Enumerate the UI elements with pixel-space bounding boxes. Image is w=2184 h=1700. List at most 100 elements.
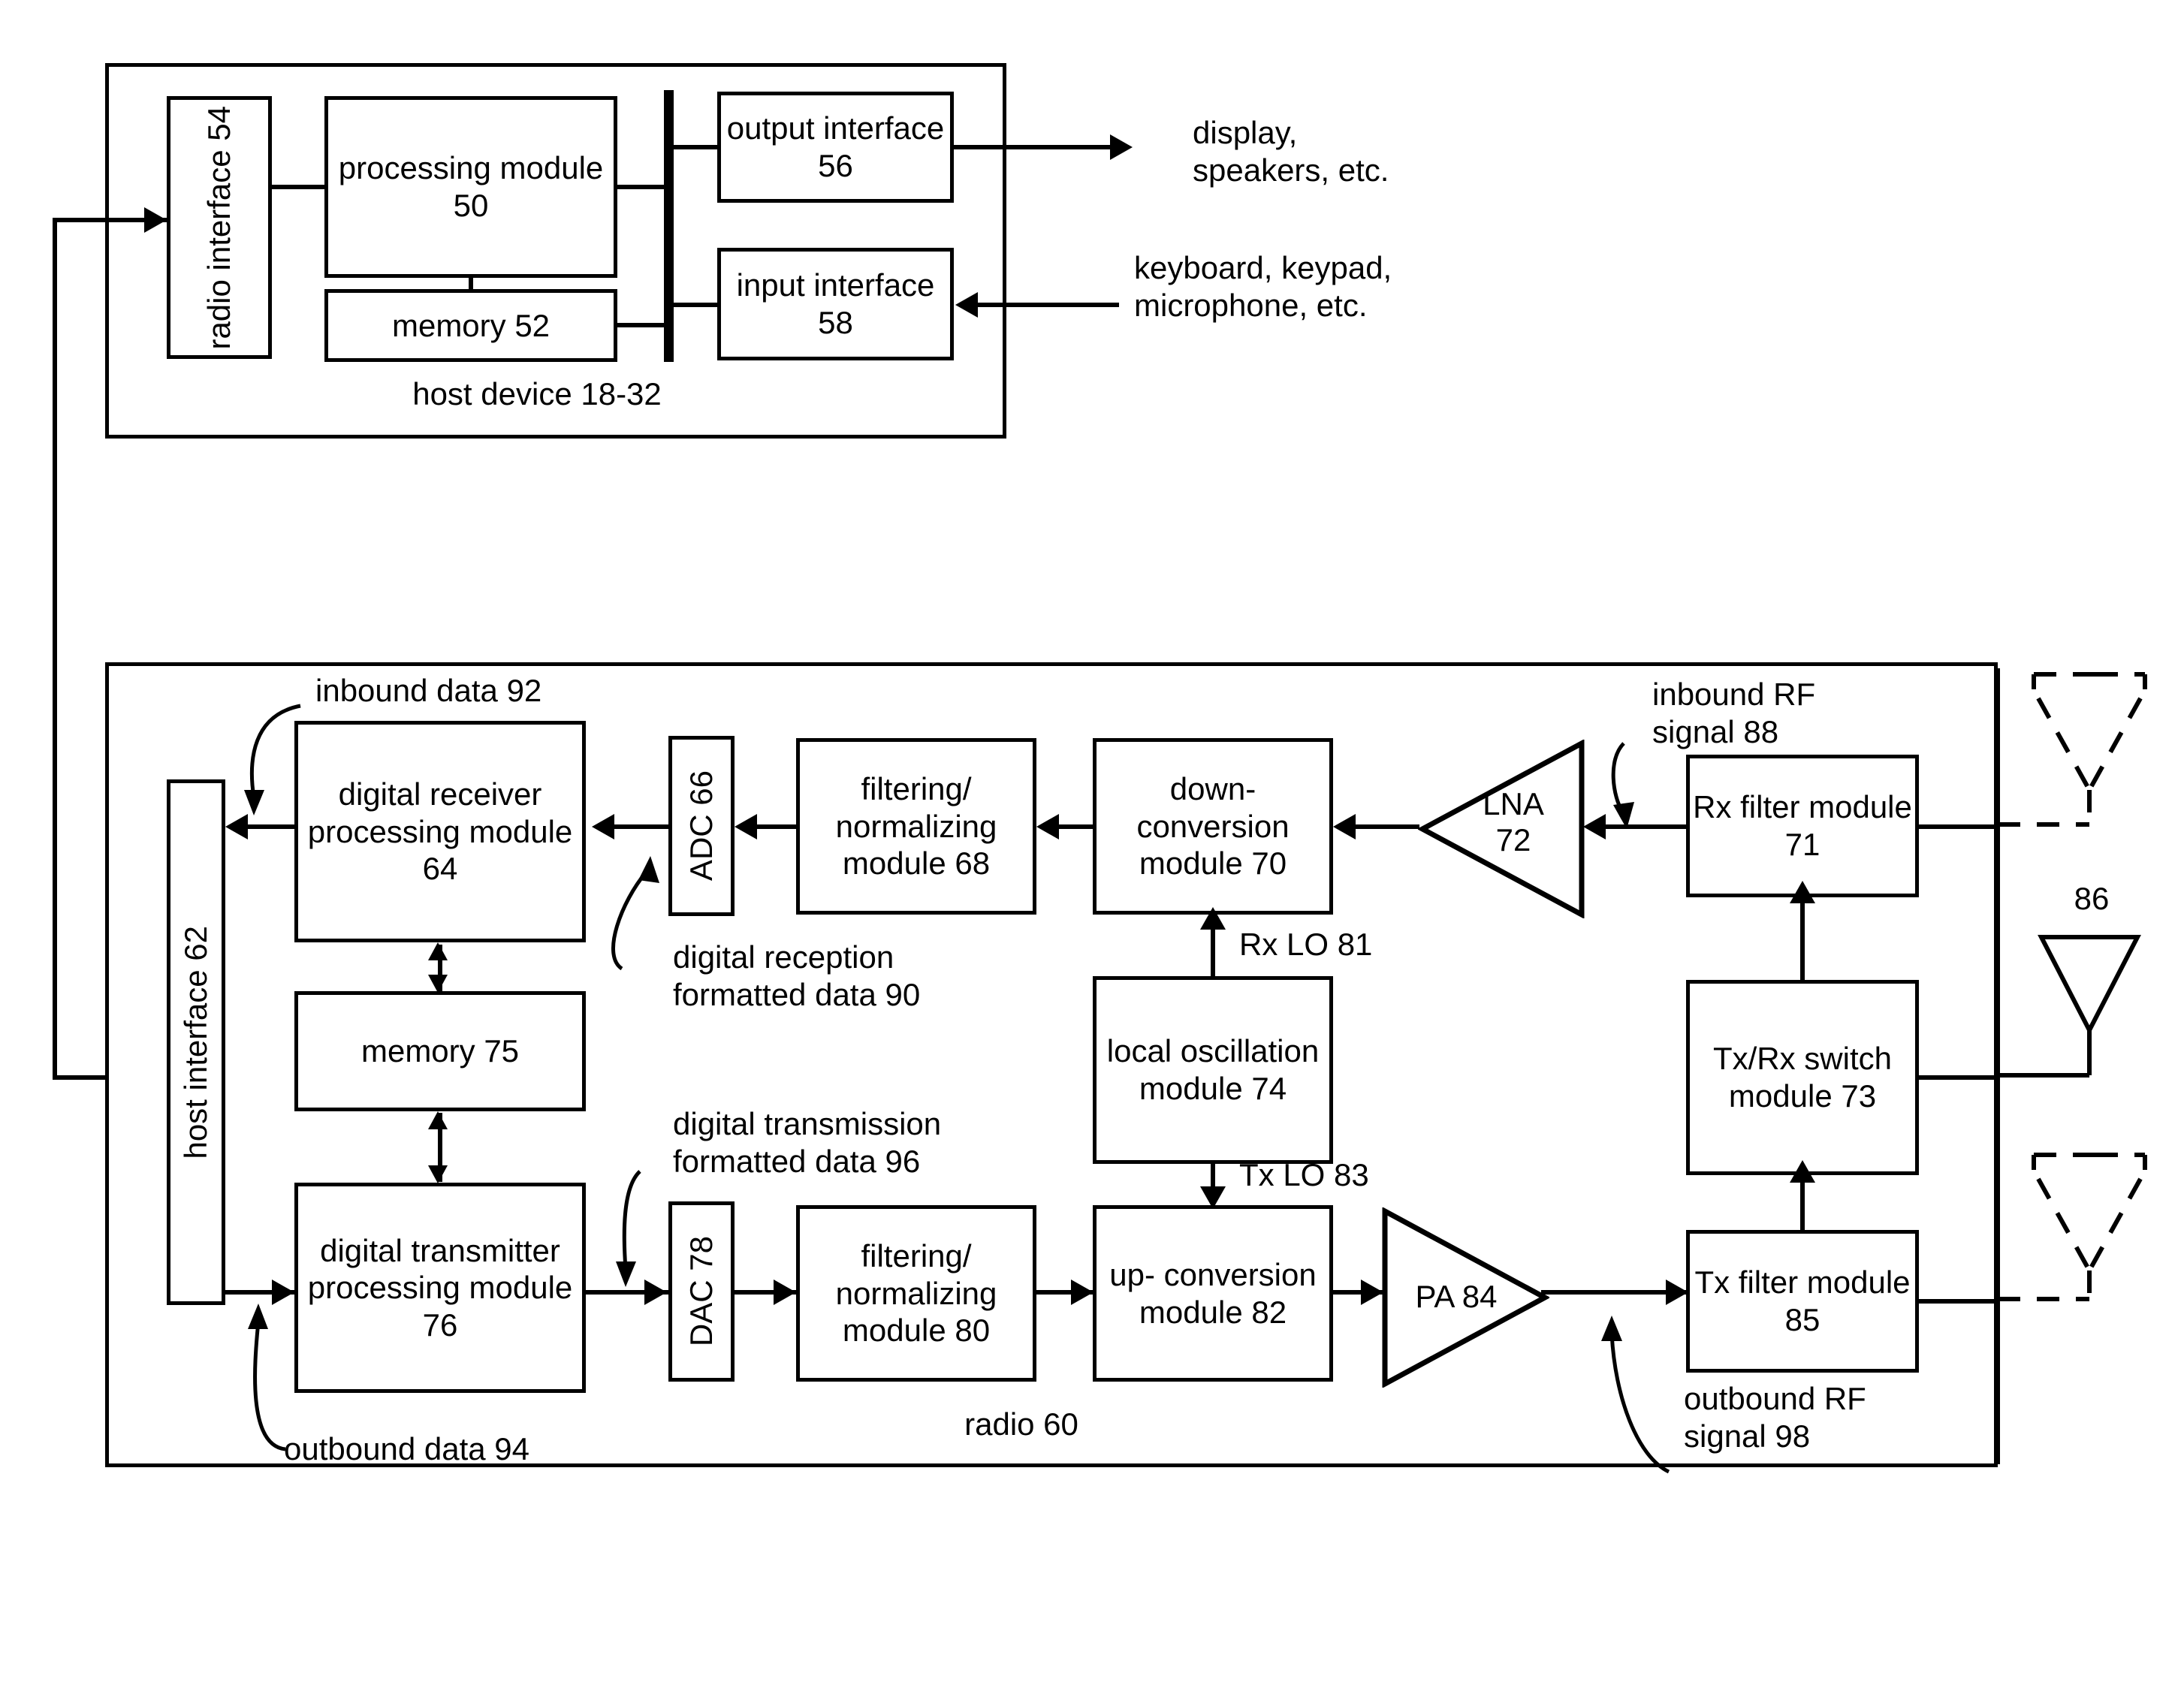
digital-receiver-label: digital receiver processing module 64 [307, 776, 573, 887]
rx-filter-label: Rx filter module 71 [1693, 789, 1912, 862]
processing-module-block: processing module 50 [324, 96, 617, 278]
host-interface-label: host interface 62 [178, 925, 214, 1159]
local-oscillation-label: local oscillation module 74 [1106, 1033, 1320, 1106]
output-interface-block: output interface 56 [717, 92, 954, 203]
local-oscillation-block: local oscillation module 74 [1093, 976, 1333, 1164]
arrow-switch-to-rxfilter-icon [1790, 881, 1815, 903]
connector-down-to-filt68 [1059, 824, 1093, 829]
tx-lo-label: Tx LO 83 [1239, 1157, 1369, 1192]
down-conversion-label: down- conversion module 70 [1136, 771, 1290, 882]
input-devices-label: keyboard, keypad, microphone, etc. [1134, 250, 1392, 324]
connector-processing-memory [469, 278, 473, 289]
rx-filter-norm-block: filtering/ normalizing module 68 [796, 738, 1036, 915]
arrow-into-radio-interface-icon [144, 207, 167, 233]
connector-lo-to-down [1211, 924, 1215, 978]
memory-52-label: memory 52 [391, 307, 551, 343]
connector-radioif-processing [272, 185, 324, 189]
adc-block: ADC 66 [668, 736, 735, 916]
outbound-rf-signal-label: outbound RF signal 98 [1684, 1381, 1866, 1454]
connector-memory-bus [617, 323, 668, 327]
host-internal-bus [664, 90, 674, 362]
tx-filter-label: Tx filter module 85 [1694, 1264, 1911, 1337]
rx-lo-label: Rx LO 81 [1239, 927, 1373, 962]
connector-rx-to-hostif [248, 824, 294, 829]
arrow-memtx-up-icon [428, 1111, 448, 1129]
connector-rxfilter-to-antenna-node [1919, 824, 1998, 829]
adc-label: ADC 66 [683, 770, 719, 882]
connector-outputif-display [954, 145, 1112, 149]
pa-label: PA 84 [1415, 1279, 1498, 1314]
arrow-tx-to-dac-icon [644, 1280, 667, 1305]
arrow-dac-to-filt80-icon [774, 1280, 796, 1305]
tx-rx-switch-block: Tx/Rx switch module 73 [1686, 980, 1919, 1175]
arrow-to-inputif-icon [955, 292, 978, 318]
arrow-filt68-to-adc-icon [735, 814, 757, 839]
arrow-rx-to-hostif-icon [225, 814, 248, 839]
arrow-rxfilter-to-lna-icon [1583, 814, 1606, 839]
arrow-pa-to-txfilter-icon [1666, 1280, 1688, 1305]
arrow-memory-down-icon [428, 975, 448, 993]
connector-input-devices-inputif [976, 303, 1119, 307]
pa-block: PA 84 [1380, 1207, 1551, 1388]
up-conversion-label: up- conversion module 82 [1109, 1256, 1317, 1330]
arrow-txfilter-to-switch-icon [1790, 1160, 1815, 1183]
connector-txfilter-to-antenna-node [1919, 1299, 1998, 1304]
rx-filter-block: Rx filter module 71 [1686, 755, 1919, 897]
connector-txfilter-to-switch [1800, 1177, 1805, 1231]
arrow-to-display-icon [1110, 134, 1133, 160]
radio-caption: radio 60 [964, 1406, 1078, 1442]
antenna-reference-label: 86 [2074, 881, 2110, 916]
dac-label: DAC 78 [683, 1236, 719, 1347]
memory-52-block: memory 52 [324, 289, 617, 362]
arrow-adc-to-rx-icon [592, 814, 614, 839]
lna-block: LNA 72 [1416, 739, 1585, 919]
connector-bus-outputif [668, 145, 721, 149]
digital-reception-formatted-data-label: digital reception formatted data 90 [673, 939, 921, 1013]
arrow-rxlo-icon [1200, 907, 1226, 930]
host-device-caption: host device 18-32 [412, 376, 662, 411]
connector-processing-bus [617, 185, 668, 189]
connector-rxfilter-to-lna [1606, 824, 1688, 829]
arrow-filt80-to-up-icon [1071, 1280, 1094, 1305]
radio-interface-label: radio interface 54 [201, 105, 237, 350]
inbound-rf-signal-label: inbound RF signal 88 [1652, 677, 1816, 750]
down-conversion-block: down- conversion module 70 [1093, 738, 1333, 915]
arrow-lna-to-down-icon [1333, 814, 1356, 839]
connector-switch-to-antenna [1919, 1075, 1998, 1080]
input-interface-label: input interface 58 [736, 267, 935, 340]
dac-block: DAC 78 [668, 1201, 735, 1382]
host-interface-block: host interface 62 [167, 779, 225, 1305]
tx-filter-norm-label: filtering/ normalizing module 80 [835, 1238, 997, 1349]
lna-label: LNA 72 [1483, 786, 1544, 858]
arrow-memory-up-icon [428, 942, 448, 960]
connector-adc-to-rx [614, 824, 668, 829]
outbound-data-label: outbound data 94 [284, 1431, 529, 1466]
rx-filter-norm-label: filtering/ normalizing module 68 [835, 771, 997, 882]
tx-filter-block: Tx filter module 85 [1686, 1230, 1919, 1373]
arrow-up-to-pa-icon [1361, 1280, 1383, 1305]
host-radio-link-vertical [53, 218, 57, 1080]
arrow-down-to-filt68-icon [1036, 814, 1059, 839]
digital-transmitter-label: digital transmitter processing module 76 [307, 1232, 573, 1343]
connector-bus-inputif [668, 303, 721, 307]
output-interface-label: output interface 56 [726, 110, 945, 183]
input-interface-block: input interface 58 [717, 248, 954, 360]
memory-75-block: memory 75 [294, 991, 586, 1111]
tx-rx-switch-label: Tx/Rx switch module 73 [1712, 1041, 1892, 1114]
digital-transmitter-block: digital transmitter processing module 76 [294, 1183, 586, 1393]
inbound-data-label: inbound data 92 [315, 673, 542, 708]
connector-lna-to-down [1356, 824, 1419, 829]
arrow-hostif-to-tx-icon [272, 1280, 294, 1305]
output-devices-label: display, speakers, etc. [1193, 115, 1389, 188]
digital-transmission-formatted-data-label: digital transmission formatted data 96 [673, 1106, 942, 1180]
up-conversion-block: up- conversion module 82 [1093, 1205, 1333, 1382]
memory-75-label: memory 75 [360, 1033, 520, 1069]
connector-filt68-to-adc [757, 824, 796, 829]
arrow-memtx-down-icon [428, 1165, 448, 1183]
digital-receiver-block: digital receiver processing module 64 [294, 721, 586, 942]
processing-module-label: processing module 50 [338, 150, 604, 223]
connector-pa-to-txfilter [1541, 1290, 1686, 1295]
radio-interface-block: radio interface 54 [167, 96, 272, 359]
figure-canvas: radio interface 54 processing module 50 … [0, 0, 2184, 1700]
tx-filter-norm-block: filtering/ normalizing module 80 [796, 1205, 1036, 1382]
